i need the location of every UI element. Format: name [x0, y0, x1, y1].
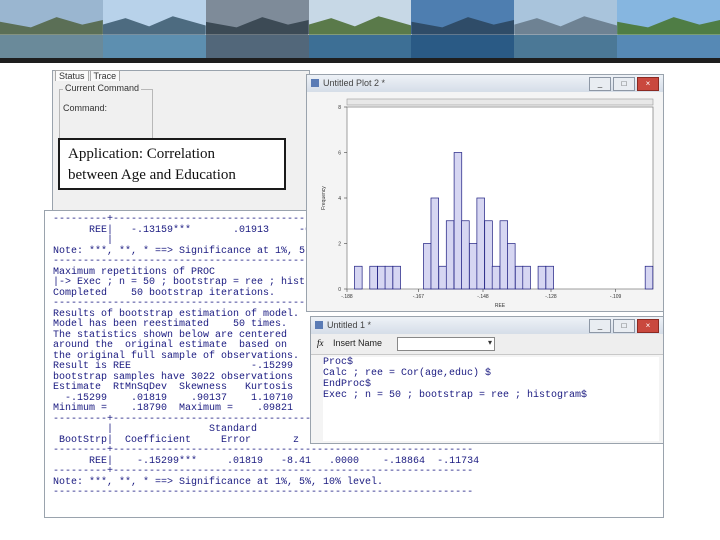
photo-banner	[0, 0, 720, 58]
editor-line: Calc ; ree = Cor(age,educ) $	[323, 368, 492, 379]
plot-titlebar[interactable]: Untitled Plot 2 * _ □ ×	[307, 75, 663, 92]
histogram-bar	[430, 197, 439, 290]
y-tick-label: 4	[338, 196, 341, 202]
editor-line: Exec ; n = 50 ; bootstrap = ree ; histog…	[323, 390, 588, 401]
x-tick-label: -.109	[610, 294, 622, 300]
histogram-bar	[507, 243, 516, 290]
y-tick-label: 8	[338, 105, 341, 111]
x-tick-label: -.148	[477, 294, 489, 300]
editor-toolbar: fx Insert Name ▾	[311, 334, 663, 355]
histogram-bar	[644, 265, 654, 290]
histogram-bar	[384, 265, 394, 290]
maximize-button[interactable]: □	[613, 77, 635, 91]
photo-lake-panorama	[514, 0, 618, 58]
plot-window-title: Untitled Plot 2 *	[323, 78, 386, 88]
editor-line: EndProc$	[323, 379, 372, 390]
photo-lakeside-promenade	[205, 0, 309, 58]
current-command-label: Current Command	[63, 83, 142, 93]
photo-lake-bay	[102, 0, 206, 58]
editor-line: Proc$	[323, 357, 354, 368]
histogram-bar	[469, 243, 478, 290]
histogram-bar	[514, 265, 524, 290]
output-line: ----------------------------------------…	[53, 487, 474, 498]
photo-lake-trees	[308, 0, 412, 58]
histogram-bar	[445, 220, 455, 290]
photo-hill-town	[0, 0, 103, 58]
close-button[interactable]: ×	[637, 319, 659, 333]
histogram-bar	[377, 265, 386, 290]
editor-window: Untitled 1 * _ □ × fx Insert Name ▾ Proc…	[310, 316, 664, 444]
editor-window-title: Untitled 1 *	[327, 320, 372, 330]
slide-title-line-2: between Age and Education	[68, 167, 236, 183]
slide-title-line-1: Application: Correlation	[68, 146, 216, 162]
insert-name-select[interactable]: ▾	[397, 337, 495, 351]
x-tick-label: -.167	[413, 294, 425, 300]
minimize-button[interactable]: _	[589, 77, 611, 91]
banner-divider	[0, 58, 720, 63]
histogram-bar	[354, 265, 363, 290]
command-tabs: Status Trace	[55, 70, 121, 81]
x-axis-label: REE	[495, 303, 506, 309]
histogram-bar	[423, 243, 432, 290]
histogram-chart: 0 2 4 6 8 -.188 -.167 -.148 -.128 -.109 REE Frequen…	[321, 98, 654, 309]
histogram-bar	[522, 265, 531, 290]
slide-title-box: Application: Correlation between Age and…	[58, 138, 286, 190]
chevron-down-icon: ▾	[487, 338, 492, 347]
y-tick-label: 6	[338, 151, 341, 157]
photo-palm-promenade	[617, 0, 720, 58]
x-tick-label: -.128	[545, 294, 557, 300]
plot-app-icon	[311, 79, 319, 87]
histogram-bar	[499, 220, 509, 290]
histogram-bar	[491, 265, 501, 290]
histogram-bar	[484, 220, 493, 290]
histogram-bar	[392, 265, 401, 290]
y-axis-label: Frequency	[321, 186, 327, 210]
photo-lake-mountains	[411, 0, 515, 58]
histogram-bar	[438, 265, 447, 290]
tab-trace[interactable]: Trace	[89, 70, 121, 81]
output-line: ---------+------------------------------…	[53, 445, 474, 456]
plot-scroll-strip	[346, 98, 654, 106]
y-tick-label: 0	[338, 287, 341, 293]
histogram-bar	[461, 220, 470, 290]
editor-app-icon	[315, 321, 323, 329]
output-line: ---------+------------------------------…	[53, 466, 474, 477]
histogram-bar	[537, 265, 547, 290]
histogram-bar	[369, 265, 378, 290]
histogram-bar	[453, 152, 463, 290]
close-button[interactable]: ×	[637, 77, 659, 91]
command-label: Command:	[63, 103, 108, 113]
editor-text-area[interactable]: Proc$ Calc ; ree = Cor(age,educ) $ EndProc…	[323, 357, 659, 441]
maximize-button[interactable]: □	[613, 319, 635, 333]
minimize-button[interactable]: _	[589, 319, 611, 333]
editor-titlebar[interactable]: Untitled 1 * _ □ ×	[311, 317, 663, 334]
insert-name-label: Insert Name	[333, 338, 383, 348]
plot-window: Untitled Plot 2 * _ □ × 0 2 4 6 8 -.188 -.167 -…	[306, 74, 664, 312]
y-tick-label: 2	[338, 242, 341, 248]
tab-status[interactable]: Status	[55, 70, 89, 81]
x-tick-label: -.188	[341, 294, 353, 300]
histogram-bar	[545, 265, 554, 290]
histogram-bar	[476, 197, 485, 290]
function-icon[interactable]: fx	[317, 338, 324, 348]
